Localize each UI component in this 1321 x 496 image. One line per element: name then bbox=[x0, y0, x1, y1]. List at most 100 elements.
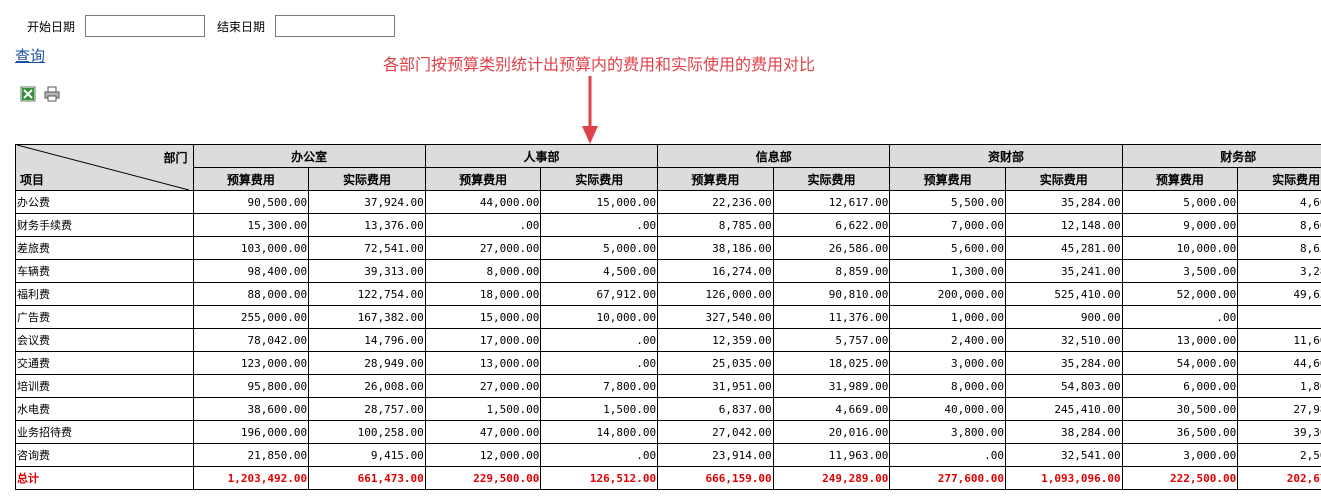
actual-value-cell: 525,410.00 bbox=[1004, 282, 1123, 306]
table-row: 广告费 255,000.00 167,382.00 15,000.00 10,000.0… bbox=[15, 305, 1321, 329]
table-row: 差旅费 103,000.00 72,541.00 27,000.00 5,000.00 3… bbox=[15, 236, 1321, 260]
actual-value-cell: 35,284.00 bbox=[1004, 351, 1123, 375]
budget-value-cell: 8,785.00 bbox=[657, 213, 774, 237]
budget-value-cell: 123,000.00 bbox=[192, 351, 310, 375]
actual-value-cell: 35,284.00 bbox=[1004, 190, 1123, 214]
budget-value-cell: 88,000.00 bbox=[192, 282, 310, 306]
budget-value-cell: 126,000.00 bbox=[657, 282, 774, 306]
dept-header: 人事部 bbox=[424, 144, 659, 168]
actual-value-cell: 11,963.00 bbox=[772, 443, 891, 467]
actual-value-cell: 9,415.00 bbox=[308, 443, 426, 467]
table-row: 财务手续费 15,300.00 13,376.00.00.00 8,785.00 6,6… bbox=[15, 213, 1321, 237]
budget-value-cell: 15,000.00 bbox=[424, 305, 542, 329]
table-row: 交通费 123,000.00 28,949.00 13,000.00.00 25,035… bbox=[15, 351, 1321, 375]
budget-value-cell: 3,500.00 bbox=[1121, 259, 1239, 283]
budget-value-cell: 38,186.00 bbox=[657, 236, 774, 260]
budget-value-cell: 8,000.00 bbox=[424, 259, 542, 283]
actual-value-cell: 5,757.00 bbox=[772, 328, 891, 352]
item-name-cell: 业务招待费 bbox=[15, 420, 194, 444]
budget-value-cell: 18,000.00 bbox=[424, 282, 542, 306]
actual-col-header: 实际费用 bbox=[1004, 167, 1123, 191]
budget-value-cell: 27,000.00 bbox=[424, 374, 542, 398]
actual-value-cell: 12,617.00 bbox=[772, 190, 891, 214]
actual-value-cell: 4,669.00 bbox=[772, 397, 891, 421]
end-date-input[interactable] bbox=[275, 15, 396, 37]
actual-value-cell: 122,754.00 bbox=[308, 282, 426, 306]
budget-value-cell: 54,000.00 bbox=[1121, 351, 1239, 375]
budget-value-cell: 3,000.00 bbox=[889, 351, 1006, 375]
item-name-cell: 财务手续费 bbox=[15, 213, 194, 237]
actual-value-cell: 13,376.00 bbox=[308, 213, 426, 237]
budget-value-cell: 23,914.00 bbox=[657, 443, 774, 467]
actual-value-cell: 18,025.00 bbox=[772, 351, 891, 375]
actual-value-cell: 8,859.00 bbox=[772, 259, 891, 283]
actual-value-cell: 44,665.00 bbox=[1237, 351, 1321, 375]
actual-value-cell: 6,622.00 bbox=[772, 213, 891, 237]
budget-value-cell: 36,500.00 bbox=[1121, 420, 1239, 444]
actual-value-cell: 54,803.00 bbox=[1004, 374, 1123, 398]
item-name-cell: 差旅费 bbox=[15, 236, 194, 260]
excel-icon[interactable] bbox=[20, 86, 36, 102]
budget-value-cell: 98,400.00 bbox=[192, 259, 310, 283]
dept-header: 资财部 bbox=[889, 144, 1123, 168]
actual-value-cell: 90,810.00 bbox=[772, 282, 891, 306]
actual-value-cell: 14,796.00 bbox=[308, 328, 426, 352]
budget-col-header: 预算费用 bbox=[1121, 167, 1239, 191]
budget-value-cell: 27,042.00 bbox=[657, 420, 774, 444]
item-name-cell: 车辆费 bbox=[15, 259, 194, 283]
actual-value-cell: 8,665.00 bbox=[1237, 213, 1321, 237]
actual-value-cell: 20,016.00 bbox=[772, 420, 891, 444]
budget-value-cell: 38,600.00 bbox=[192, 397, 310, 421]
actual-value-cell: 32,510.00 bbox=[1004, 328, 1123, 352]
actual-value-cell: 12,148.00 bbox=[1004, 213, 1123, 237]
actual-value-cell: 7,800.00 bbox=[540, 374, 659, 398]
budget-report-table: 部门 项目 办公室 人事部 信息部 资财部 财务部 预算费用 实际费用 预算费用 实际… bbox=[15, 144, 1321, 490]
budget-value-cell: 47,000.00 bbox=[424, 420, 542, 444]
actual-value-cell: 10,000.00 bbox=[540, 305, 659, 329]
print-icon[interactable] bbox=[44, 86, 60, 102]
actual-value-cell: 167,382.00 bbox=[308, 305, 426, 329]
table-row: 水电费 38,600.00 28,757.00 1,500.00 1,500.00 6,8… bbox=[15, 397, 1321, 421]
budget-value-cell: 6,000.00 bbox=[1121, 374, 1239, 398]
table-row: 业务招待费 196,000.00 100,258.00 47,000.00 14,800… bbox=[15, 420, 1321, 444]
start-date-input[interactable] bbox=[85, 15, 206, 37]
actual-value-cell: .00 bbox=[1237, 305, 1321, 329]
budget-value-cell: 16,274.00 bbox=[657, 259, 774, 283]
item-name-cell: 总计 bbox=[15, 466, 194, 490]
budget-value-cell: .00 bbox=[1121, 305, 1239, 329]
budget-value-cell: 9,000.00 bbox=[1121, 213, 1239, 237]
budget-value-cell: 2,400.00 bbox=[889, 328, 1006, 352]
item-name-cell: 咨询费 bbox=[15, 443, 194, 467]
budget-value-cell: 12,359.00 bbox=[657, 328, 774, 352]
actual-value-cell: 11,376.00 bbox=[772, 305, 891, 329]
item-name-cell: 会议费 bbox=[15, 328, 194, 352]
actual-value-cell: 249,289.00 bbox=[772, 466, 891, 490]
budget-col-header: 预算费用 bbox=[889, 167, 1006, 191]
budget-value-cell: 22,236.00 bbox=[657, 190, 774, 214]
actual-value-cell: 11,600.00 bbox=[1237, 328, 1321, 352]
actual-value-cell: 26,008.00 bbox=[308, 374, 426, 398]
item-name-cell: 交通费 bbox=[15, 351, 194, 375]
actual-value-cell: 28,949.00 bbox=[308, 351, 426, 375]
budget-value-cell: 1,300.00 bbox=[889, 259, 1006, 283]
budget-value-cell: 30,500.00 bbox=[1121, 397, 1239, 421]
corner-header: 部门 项目 bbox=[15, 144, 194, 191]
budget-value-cell: 103,000.00 bbox=[192, 236, 310, 260]
budget-value-cell: 3,800.00 bbox=[889, 420, 1006, 444]
query-link[interactable]: 查询 bbox=[15, 45, 45, 66]
actual-value-cell: 900.00 bbox=[1004, 305, 1123, 329]
actual-value-cell: .00 bbox=[540, 351, 659, 375]
annotation-arrow bbox=[582, 76, 598, 144]
item-name-cell: 福利费 bbox=[15, 282, 194, 306]
actual-value-cell: 1,093,096.00 bbox=[1004, 466, 1123, 490]
budget-value-cell: 1,000.00 bbox=[889, 305, 1006, 329]
actual-value-cell: 2,500.00 bbox=[1237, 443, 1321, 467]
actual-value-cell: 100,258.00 bbox=[308, 420, 426, 444]
start-date-label: 开始日期 bbox=[27, 19, 76, 34]
actual-value-cell: 202,679.00 bbox=[1237, 466, 1321, 490]
annotation-text: 各部门按预算类别统计出预算内的费用和实际使用的费用对比 bbox=[383, 55, 816, 74]
budget-value-cell: 200,000.00 bbox=[889, 282, 1006, 306]
actual-value-cell: 1,800.00 bbox=[1237, 374, 1321, 398]
budget-col-header: 预算费用 bbox=[657, 167, 774, 191]
budget-value-cell: 6,837.00 bbox=[657, 397, 774, 421]
